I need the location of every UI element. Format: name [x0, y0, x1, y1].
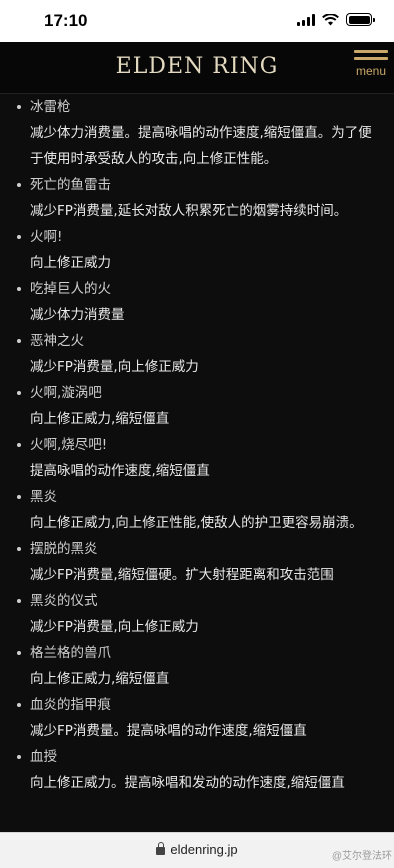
list-item: 火啊! 向上修正威力 [0, 224, 394, 276]
spell-change-list[interactable]: 冰雷枪 减少体力消费量。提高咏唱的动作速度,缩短僵直。为了便于使用时承受敌人的攻… [0, 94, 394, 832]
status-icons [297, 13, 375, 26]
bullet-icon [17, 339, 21, 343]
hamburger-icon-bar [354, 57, 388, 60]
menu-label: menu [355, 64, 387, 78]
spell-description: 向上修正威力。提高咏唱和发动的动作速度,缩短僵直 [30, 775, 345, 791]
spell-title: 摆脱的黑炎 [0, 536, 394, 562]
list-item: 火啊,漩涡吧 向上修正威力,缩短僵直 [0, 380, 394, 432]
bullet-icon [17, 495, 21, 499]
spell-description: 减少体力消费量 [30, 307, 125, 323]
spell-title: 火啊! [0, 224, 394, 250]
bullet-icon [17, 443, 21, 447]
lock-icon [156, 842, 166, 855]
bullet-icon [17, 547, 21, 551]
spell-description: 向上修正威力,向上修正性能,使敌人的护卫更容易崩溃。 [30, 515, 363, 531]
spell-title: 格兰格的兽爪 [0, 640, 394, 666]
list-item: 黑炎的仪式 减少FP消费量,向上修正威力 [0, 588, 394, 640]
bullet-icon [17, 703, 21, 707]
spell-title: 死亡的鱼雷击 [0, 172, 394, 198]
watermark: @艾尔登法环 [331, 851, 392, 862]
list-item: 恶神之火 减少FP消费量,向上修正威力 [0, 328, 394, 380]
hamburger-icon [354, 50, 388, 53]
spell-description: 减少FP消费量,缩短僵硬。扩大射程距离和攻击范围 [30, 567, 334, 583]
spell-title: 血授 [0, 744, 394, 770]
wifi-icon [322, 13, 339, 25]
bullet-icon [17, 183, 21, 187]
battery-icon [346, 13, 375, 26]
bullet-icon [17, 599, 21, 603]
elden-ring-logo[interactable]: ELDEN RING [0, 54, 394, 79]
status-time: 17:10 [44, 11, 88, 30]
bullet-icon [17, 391, 21, 395]
status-bar: 17:10 [0, 0, 394, 42]
list-item: 吃掉巨人的火 减少体力消费量 [0, 276, 394, 328]
spell-title: 黑炎 [0, 484, 394, 510]
bullet-icon [17, 287, 21, 291]
bullet-icon [17, 651, 21, 655]
list-item: 黑炎 向上修正威力,向上修正性能,使敌人的护卫更容易崩溃。 [0, 484, 394, 536]
site-header: ELDEN RING menu [0, 42, 394, 94]
bullet-icon [17, 755, 21, 759]
spell-description: 提高咏唱的动作速度,缩短僵直 [30, 463, 210, 479]
cellular-signal-icon [297, 13, 315, 26]
list-item: 摆脱的黑炎 减少FP消费量,缩短僵硬。扩大射程距离和攻击范围 [0, 536, 394, 588]
spell-description: 减少FP消费量。提高咏唱的动作速度,缩短僵直 [30, 723, 307, 739]
bullet-icon [17, 235, 21, 239]
spell-description: 减少FP消费量,向上修正威力 [30, 359, 199, 375]
spell-title: 恶神之火 [0, 328, 394, 354]
spell-title: 黑炎的仪式 [0, 588, 394, 614]
spell-title: 火啊,漩涡吧 [0, 380, 394, 406]
list-item: 死亡的鱼雷击 减少FP消费量,延长对敌人积累死亡的烟雾持续时间。 [0, 172, 394, 224]
spell-description: 向上修正威力,缩短僵直 [30, 411, 170, 427]
list-item: 冰雷枪 减少体力消费量。提高咏唱的动作速度,缩短僵直。为了便于使用时承受敌人的攻… [0, 94, 394, 172]
spell-title: 吃掉巨人的火 [0, 276, 394, 302]
spell-description: 向上修正威力 [30, 255, 111, 271]
spell-description: 减少FP消费量,向上修正威力 [30, 619, 199, 635]
list-item: 格兰格的兽爪 向上修正威力,缩短僵直 [0, 640, 394, 692]
spell-title: 冰雷枪 [0, 94, 394, 120]
browser-url-bar[interactable]: eldenring.jp @艾尔登法环 [0, 832, 394, 868]
spell-description: 减少FP消费量,延长对敌人积累死亡的烟雾持续时间。 [30, 203, 348, 219]
spell-title: 火啊,烧尽吧! [0, 432, 394, 458]
spell-description: 向上修正威力,缩短僵直 [30, 671, 170, 687]
spell-title: 血炎的指甲痕 [0, 692, 394, 718]
list-item: 火啊,烧尽吧! 提高咏唱的动作速度,缩短僵直 [0, 432, 394, 484]
bullet-icon [17, 105, 21, 109]
menu-button[interactable]: menu [352, 46, 390, 90]
list-item: 血授 向上修正威力。提高咏唱和发动的动作速度,缩短僵直 [0, 744, 394, 796]
list-item: 血炎的指甲痕 减少FP消费量。提高咏唱的动作速度,缩短僵直 [0, 692, 394, 744]
spell-description: 减少体力消费量。提高咏唱的动作速度,缩短僵直。为了便于使用时承受敌人的攻击,向上… [30, 125, 372, 167]
url-text: eldenring.jp [170, 842, 238, 857]
